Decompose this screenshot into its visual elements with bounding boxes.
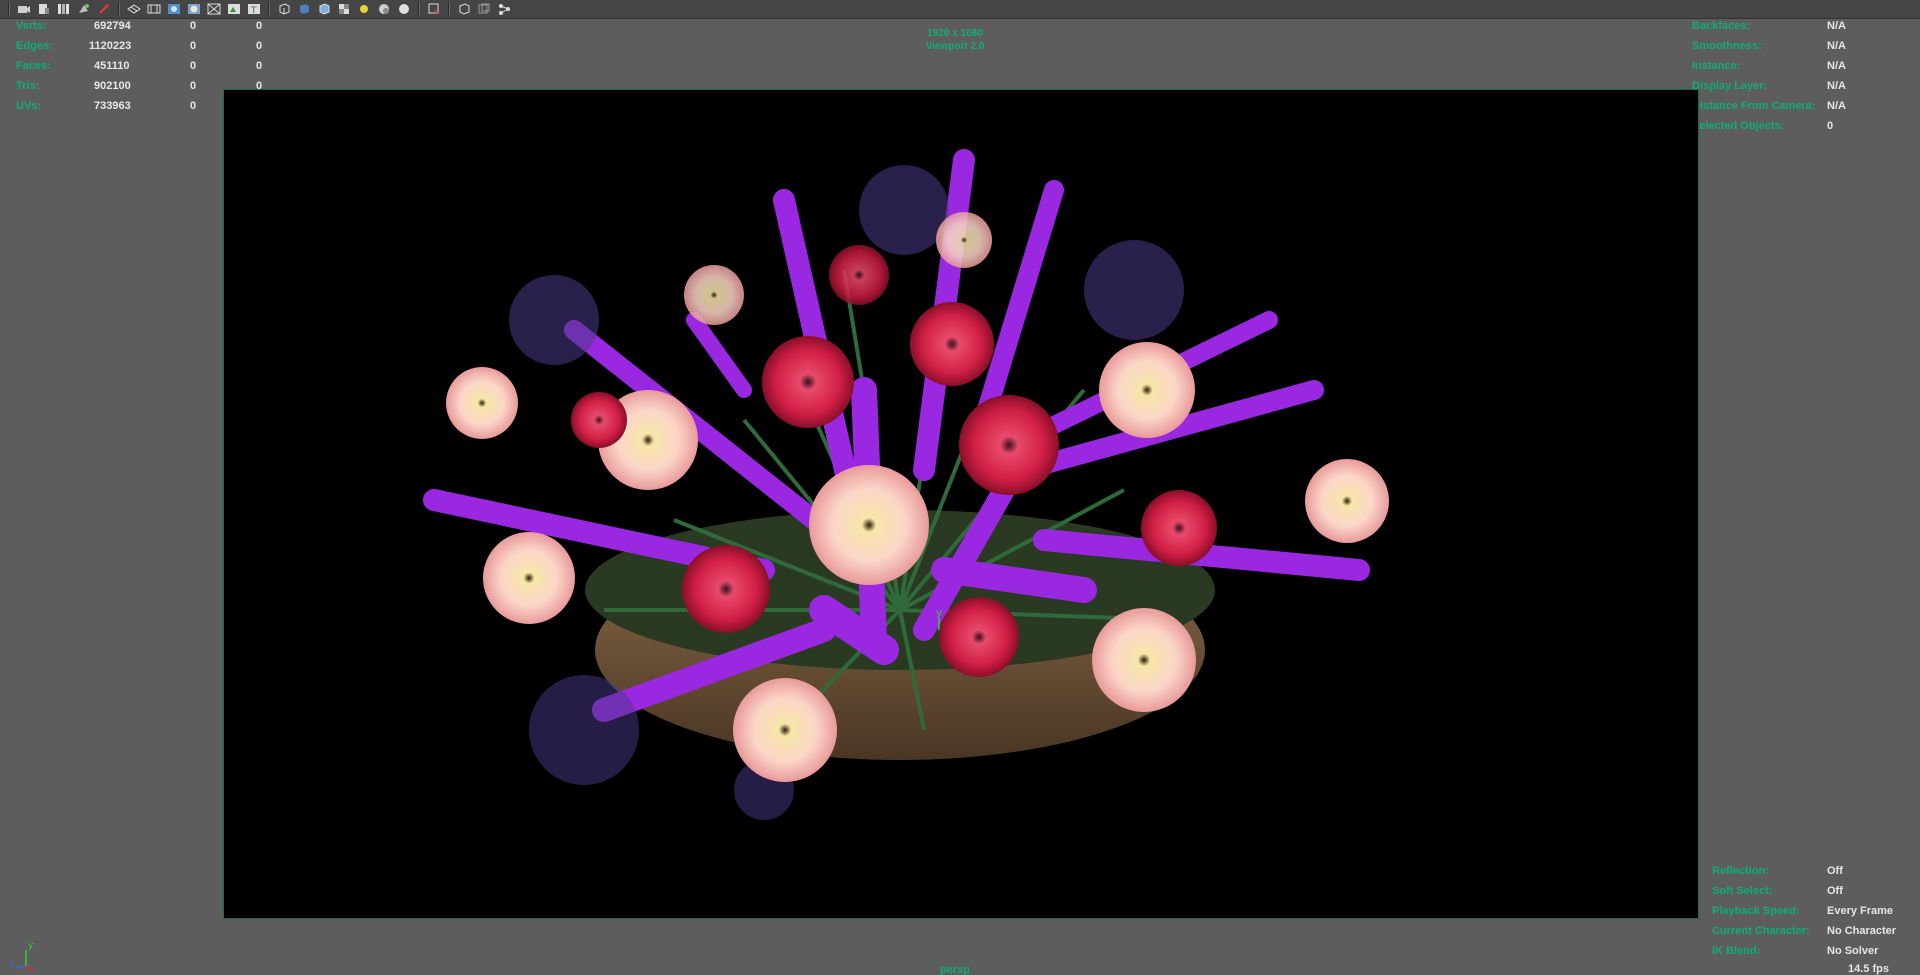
hud-row-soft-select: Soft Select: Off bbox=[1712, 885, 1843, 897]
faces-selected: 0 bbox=[190, 60, 197, 72]
smoothness-value: N/A bbox=[1827, 40, 1846, 52]
camera-name-label: persp bbox=[940, 964, 970, 975]
toolbar-separator bbox=[418, 2, 420, 16]
faces-label: Faces: bbox=[16, 60, 51, 72]
selected-objects-label: Selected Objects: bbox=[1692, 120, 1785, 132]
wireframe-on-shaded-icon[interactable] bbox=[336, 2, 352, 17]
viewport-canvas[interactable]: y bbox=[223, 89, 1699, 919]
wireframe-icon[interactable] bbox=[276, 2, 292, 17]
tris-count: 902100 bbox=[94, 80, 131, 92]
tris-selected: 0 bbox=[190, 80, 197, 92]
view-axis-icon: y z x bbox=[9, 941, 35, 972]
grease-pencil-icon[interactable] bbox=[96, 2, 112, 17]
toolbar-separator bbox=[268, 2, 270, 16]
hud-row-ik-blend: IK Blend: No Solver bbox=[1712, 945, 1878, 957]
field-chart-icon[interactable] bbox=[206, 2, 222, 17]
verts-label: Verts: bbox=[16, 20, 47, 32]
current-character-label: Current Character: bbox=[1712, 925, 1810, 937]
resolution-gate-icon[interactable] bbox=[166, 2, 182, 17]
verts-count: 692794 bbox=[94, 20, 131, 32]
uvs-selected: 0 bbox=[190, 100, 197, 112]
hud-row-instance: Instance: N/A bbox=[1692, 60, 1846, 72]
soft-select-label: Soft Select: bbox=[1712, 885, 1773, 897]
hud-row-distance: Distance From Camera: N/A bbox=[1692, 100, 1846, 112]
display-layer-value: N/A bbox=[1827, 80, 1846, 92]
hud-row-playback-speed: Playback Speed: Every Frame bbox=[1712, 905, 1893, 917]
reflection-value: Off bbox=[1827, 865, 1843, 877]
isolate-select-icon[interactable] bbox=[426, 2, 442, 17]
film-gate-icon[interactable] bbox=[146, 2, 162, 17]
resolution-hud: 1920 x 1080 Viewport 2.0 bbox=[900, 27, 1010, 53]
gate-mask-icon[interactable] bbox=[186, 2, 202, 17]
image-plane-icon[interactable] bbox=[56, 2, 72, 17]
uvs-label: UVs: bbox=[16, 100, 42, 112]
hud-row-current-character: Current Character: No Character bbox=[1712, 925, 1896, 937]
scene-render[interactable]: y bbox=[224, 90, 1698, 918]
display-layer-label: Display Layer: bbox=[1692, 80, 1768, 92]
smooth-shade-icon[interactable] bbox=[296, 2, 312, 17]
distance-value: N/A bbox=[1827, 100, 1846, 112]
xray-active-components-icon[interactable] bbox=[476, 2, 492, 17]
backfaces-value: N/A bbox=[1827, 20, 1846, 32]
smoothness-label: Smoothness: bbox=[1692, 40, 1762, 52]
playback-speed-label: Playback Speed: bbox=[1712, 905, 1800, 917]
soft-select-value: Off bbox=[1827, 885, 1843, 897]
renderer-text: Viewport 2.0 bbox=[925, 41, 985, 52]
current-character-value: No Character bbox=[1827, 925, 1897, 937]
hud-row-smoothness: Smoothness: N/A bbox=[1692, 40, 1846, 52]
backfaces-label: Backfaces: bbox=[1692, 20, 1751, 32]
axis-x-label: x bbox=[30, 965, 35, 972]
toolbar-separator bbox=[118, 2, 120, 16]
instance-value: N/A bbox=[1827, 60, 1846, 72]
camera-attributes-icon[interactable] bbox=[16, 2, 32, 17]
ik-blend-value: No Solver bbox=[1827, 945, 1879, 957]
screen-space-ao-icon[interactable] bbox=[396, 2, 412, 17]
fps-readout: 14.5 fps bbox=[1848, 963, 1889, 975]
hud-row-display-layer: Display Layer: N/A bbox=[1692, 80, 1846, 92]
edges-count: 1120223 bbox=[89, 40, 132, 52]
svg-text:T: T bbox=[250, 6, 257, 16]
axis-z-label: z bbox=[9, 960, 14, 970]
xray-icon[interactable] bbox=[456, 2, 472, 17]
grid-icon[interactable] bbox=[126, 2, 142, 17]
reflection-label: Reflection: bbox=[1712, 865, 1769, 877]
toolbar-separator bbox=[448, 2, 450, 16]
maya-viewport-app: T Verts: 692794 0 0 Edges: 1120223 0 0 F… bbox=[0, 0, 1920, 975]
bookmark-icon[interactable] bbox=[36, 2, 52, 17]
hud-row-reflection: Reflection: Off bbox=[1712, 865, 1843, 877]
safe-title-icon[interactable]: T bbox=[246, 2, 262, 17]
selected-objects-value: 0 bbox=[1827, 120, 1834, 132]
uvs-count: 733963 bbox=[94, 100, 131, 112]
resolution-text: 1920 x 1080 bbox=[927, 28, 983, 39]
edges-selected: 0 bbox=[190, 40, 197, 52]
2d-pan-zoom-icon[interactable] bbox=[76, 2, 92, 17]
tris-label: Tris: bbox=[16, 80, 40, 92]
shadows-icon[interactable] bbox=[376, 2, 392, 17]
verts-tris: 0 bbox=[256, 20, 263, 32]
panel-toolbar: T bbox=[0, 0, 1920, 19]
edges-tris: 0 bbox=[256, 40, 263, 52]
edges-label: Edges: bbox=[16, 40, 53, 52]
use-default-material-icon[interactable] bbox=[316, 2, 332, 17]
xray-joints-icon[interactable] bbox=[496, 2, 512, 17]
manipulator-y-label: y bbox=[936, 606, 943, 619]
hud-row-backfaces: Backfaces: N/A bbox=[1692, 20, 1846, 32]
faces-count: 451110 bbox=[94, 60, 130, 72]
use-all-lights-icon[interactable] bbox=[356, 2, 372, 17]
instance-label: Instance: bbox=[1692, 60, 1741, 72]
toolbar-separator bbox=[8, 2, 10, 16]
faces-tris: 0 bbox=[256, 60, 263, 72]
axis-y-label: y bbox=[28, 941, 34, 951]
hud-row-selected-objects: Selected Objects: 0 bbox=[1692, 120, 1833, 132]
distance-label: Distance From Camera: bbox=[1692, 100, 1816, 112]
verts-selected: 0 bbox=[190, 20, 197, 32]
playback-speed-value: Every Frame bbox=[1827, 905, 1894, 917]
safe-action-icon[interactable] bbox=[226, 2, 242, 17]
ik-blend-label: IK Blend: bbox=[1712, 945, 1761, 957]
